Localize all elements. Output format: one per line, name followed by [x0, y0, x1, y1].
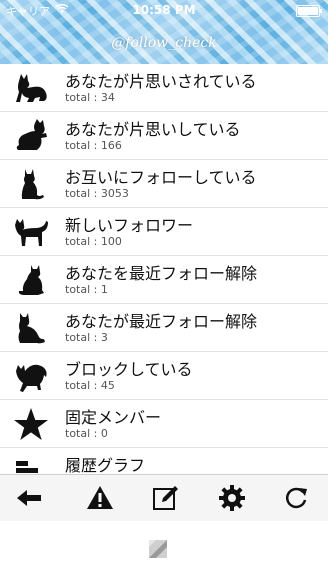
list-item-count: total : 100 [65, 235, 122, 248]
list-item-label: 履歴グラフ [65, 456, 146, 474]
list-item-label: あなたが片思いしている [65, 120, 241, 139]
status-bar: キャリア 10:58 PM [0, 0, 328, 20]
refresh-icon[interactable] [281, 483, 311, 513]
app-logo-icon [149, 540, 167, 558]
cat-sitting-icon [21, 169, 44, 200]
gear-icon[interactable] [217, 483, 247, 513]
star-icon [14, 408, 48, 440]
battery-icon [296, 5, 322, 17]
list-item-label: あなたが最近フォロー解除 [65, 312, 258, 331]
list-item-one-way-followed[interactable]: あなたが片思いされている total : 34 [0, 64, 328, 112]
cat-pawing-icon [16, 119, 47, 150]
list-item-count: total : 3053 [65, 187, 129, 200]
status-time: 10:58 PM [132, 3, 196, 17]
menu-list: あなたが片思いされている total : 34 あなたが片思いしている tota… [0, 64, 328, 474]
list-item-history-graph[interactable]: 履歴グラフ [0, 448, 328, 474]
cat-arched-icon [16, 364, 47, 392]
list-item-you-unfollowed[interactable]: あなたが最近フォロー解除 total : 3 [0, 304, 328, 352]
list-item-label: 新しいフォロワー [65, 216, 194, 235]
list-item-count: total : 166 [65, 139, 122, 152]
back-arrow-icon[interactable] [14, 483, 44, 513]
bottom-toolbar [0, 474, 328, 521]
warning-icon[interactable] [85, 483, 115, 513]
list-item-one-way-following[interactable]: あなたが片思いしている total : 166 [0, 112, 328, 160]
list-item-blocking[interactable]: ブロックしている total : 45 [0, 352, 328, 400]
page-title: @follow_check [111, 35, 217, 51]
list-item-count: total : 45 [65, 379, 115, 392]
cat-walking-icon [15, 219, 48, 246]
compose-icon[interactable] [151, 483, 181, 513]
list-item-count: total : 1 [65, 283, 108, 296]
cat-sitting-side-icon [18, 313, 45, 344]
list-item-mutual-follow[interactable]: お互いにフォローしている total : 3053 [0, 160, 328, 208]
list-item-label: 固定メンバー [65, 408, 162, 427]
list-item-new-followers[interactable]: 新しいフォロワー total : 100 [0, 208, 328, 256]
list-item-fixed-members[interactable]: 固定メンバー total : 0 [0, 400, 328, 448]
list-item-label: あなたを最近フォロー解除 [65, 264, 258, 283]
list-item-label: お互いにフォローしている [65, 168, 257, 187]
bar-graph-icon [16, 461, 38, 473]
app-header: キャリア 10:58 PM @follow_check [0, 0, 328, 64]
list-item-count: total : 34 [65, 91, 115, 104]
cat-sitting-back-icon [18, 265, 44, 295]
footer [0, 521, 328, 567]
list-item-label: ブロックしている [65, 360, 193, 379]
cat-lying-icon [16, 74, 47, 102]
list-item-label: あなたが片思いされている [65, 72, 257, 91]
list-item-count: total : 3 [65, 331, 108, 344]
list-item-unfollowed-you[interactable]: あなたを最近フォロー解除 total : 1 [0, 256, 328, 304]
list-item-count: total : 0 [65, 427, 108, 440]
